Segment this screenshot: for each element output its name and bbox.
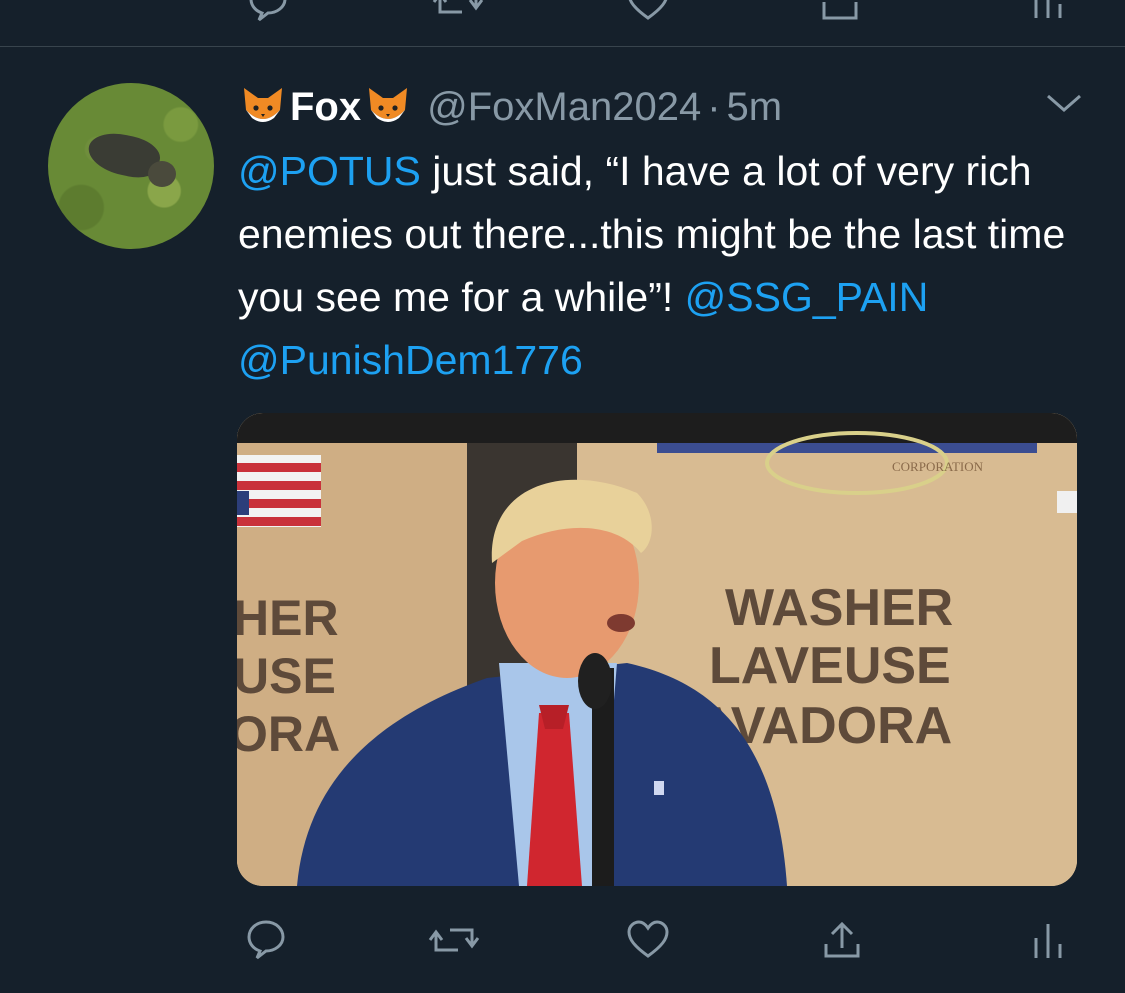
sign-text: HER [237, 590, 339, 646]
analytics-icon[interactable] [1030, 0, 1066, 26]
user-handle[interactable]: @FoxMan2024 [427, 85, 701, 130]
mention-link[interactable]: @POTUS [238, 148, 421, 194]
fox-emoji-icon [369, 88, 408, 122]
reply-icon[interactable] [244, 0, 292, 26]
media-image: CORPORATION WASHER LAVEUSE AVADORA HER U… [237, 413, 1077, 886]
sign-text: ORA [237, 706, 340, 762]
tweet-divider [0, 46, 1125, 47]
like-icon[interactable] [624, 0, 672, 26]
sign-text: WASHER [725, 579, 953, 637]
share-icon[interactable] [816, 0, 864, 26]
bird-head [148, 161, 176, 187]
previous-tweet-actions [0, 0, 1125, 46]
display-name[interactable]: Fox [290, 85, 361, 130]
mention-link[interactable]: @PunishDem1776 [238, 337, 583, 383]
sign-text: USE [237, 648, 336, 704]
avatar[interactable] [48, 83, 214, 249]
like-icon[interactable] [624, 916, 672, 964]
share-icon[interactable] [818, 916, 866, 964]
tweet-media[interactable]: CORPORATION WASHER LAVEUSE AVADORA HER U… [237, 413, 1077, 886]
reply-icon[interactable] [242, 916, 290, 964]
mention-link[interactable]: @SSG_PAIN [685, 274, 929, 320]
analytics-icon[interactable] [1030, 916, 1066, 964]
sign-text: LAVEUSE [709, 637, 951, 695]
tweet-text: @POTUS just said, “I have a lot of very … [238, 140, 1098, 392]
timestamp[interactable]: 5m [727, 85, 783, 130]
retweet-icon[interactable] [428, 916, 480, 964]
retweet-icon[interactable] [432, 0, 484, 26]
chevron-down-icon[interactable] [1042, 90, 1086, 125]
sign-text: CORPORATION [892, 459, 984, 474]
fox-emoji-icon [244, 88, 282, 122]
separator-dot: · [707, 84, 721, 129]
tweet-header: Fox @FoxMan2024 · 5m [238, 82, 782, 132]
